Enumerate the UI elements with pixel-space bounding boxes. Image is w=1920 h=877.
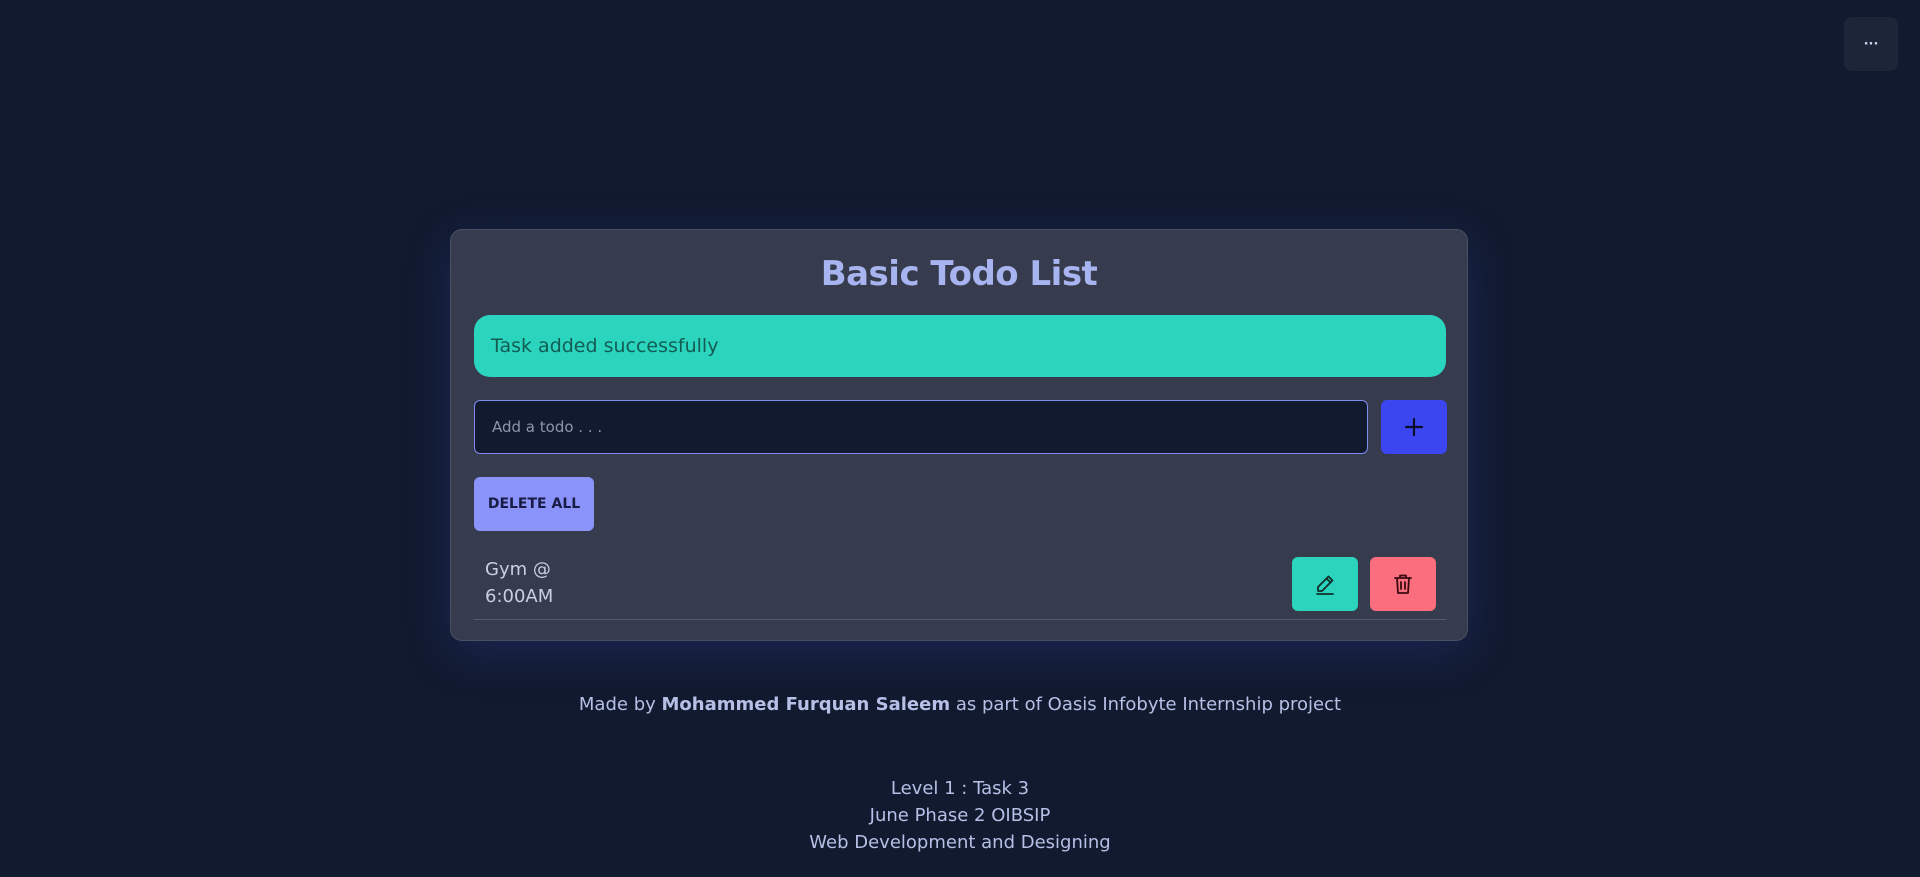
footer-info: Level 1 : Task 3 June Phase 2 OIBSIP Web… [0, 775, 1920, 856]
footer-credit: Made by Mohammed Furquan Saleem as part … [0, 694, 1920, 715]
todo-input[interactable] [474, 400, 1368, 454]
edit-todo-button[interactable] [1292, 557, 1358, 611]
success-alert: Task added successfully [474, 315, 1446, 377]
credit-suffix: as part of Oasis Infobyte Internship pro… [950, 694, 1342, 715]
trash-icon [1394, 574, 1412, 594]
delete-todo-button[interactable] [1370, 557, 1436, 611]
more-dots-icon: ··· [1863, 36, 1879, 52]
plus-icon [1404, 417, 1424, 437]
footer-line-level: Level 1 : Task 3 [890, 778, 1030, 799]
footer-line-track: Web Development and Designing [809, 832, 1111, 853]
pencil-icon [1316, 575, 1334, 595]
page-title: Basic Todo List [820, 254, 1098, 294]
menu-button[interactable]: ··· [1844, 17, 1898, 71]
credit-prefix: Made by [578, 694, 662, 715]
todo-list: Gym @ 6:00AM [474, 553, 1446, 620]
credit-author: Mohammed Furquan Saleem [661, 694, 951, 715]
todo-card: Basic Todo List Task added successfully … [450, 229, 1468, 641]
todo-text: Gym @ 6:00AM [485, 559, 554, 607]
todo-item: Gym @ 6:00AM [474, 553, 1446, 620]
add-todo-button[interactable] [1381, 400, 1447, 454]
alert-message: Task added successfully [491, 335, 719, 357]
delete-all-button[interactable]: DELETE ALL [474, 477, 594, 531]
footer-line-phase: June Phase 2 OIBSIP [869, 805, 1051, 826]
